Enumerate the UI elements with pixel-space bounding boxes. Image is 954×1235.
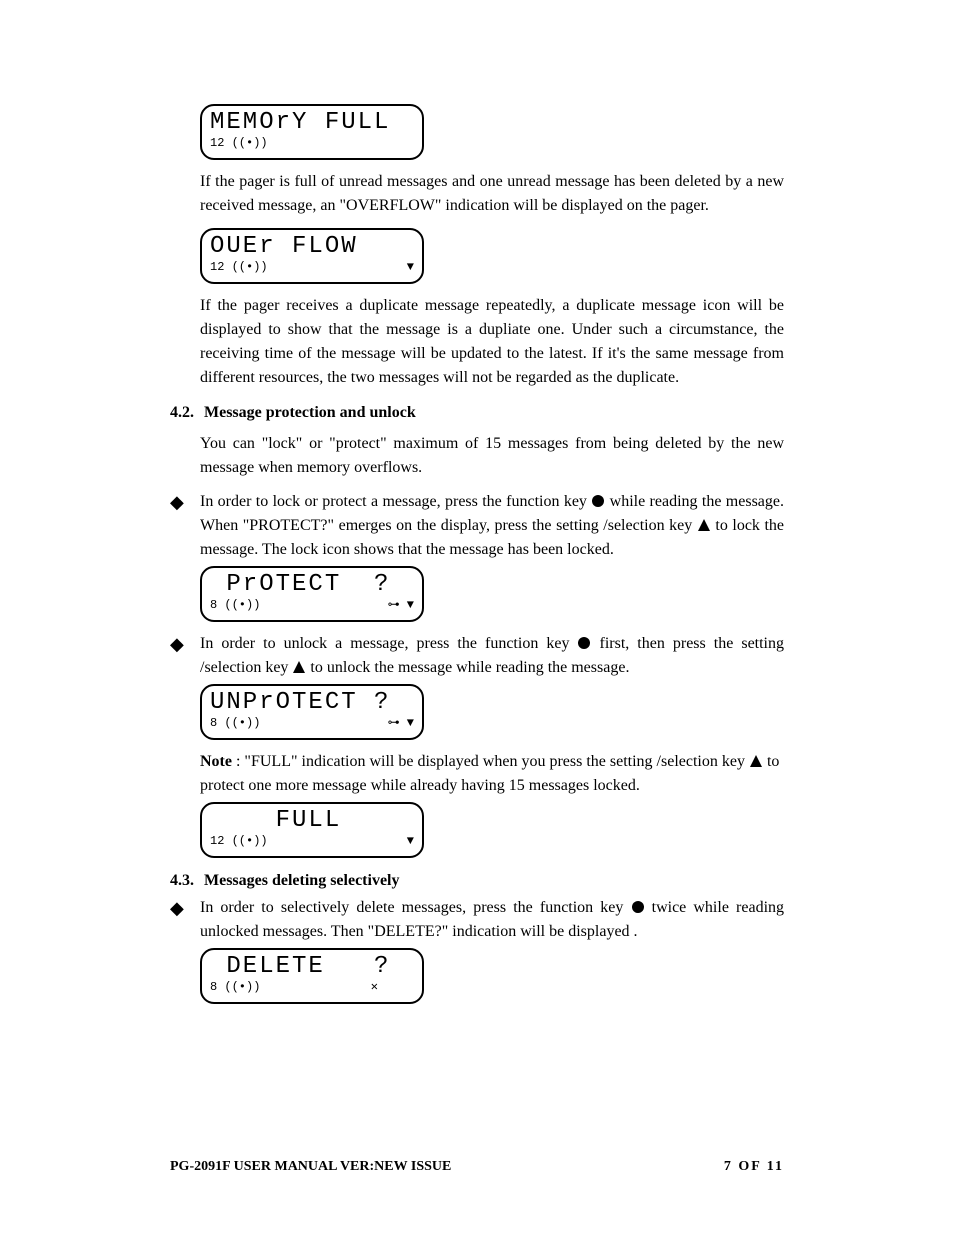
page-footer: PG-2091F USER MANUAL VER:NEW ISSUE 7 OF … xyxy=(0,1159,954,1175)
lcd-main: PrOTECT ? xyxy=(210,572,414,598)
lcd-unprotect: UNPrOTECT ? 8 ((•)) ⊶ ▼ xyxy=(200,684,424,740)
circle-icon xyxy=(631,900,645,914)
lcd-sub-right: ▼ xyxy=(407,834,414,848)
lcd-main: DELETE ? xyxy=(210,954,414,980)
bullet-text: In order to lock or protect a message, p… xyxy=(200,490,784,562)
page: MEMOrY FULL 12 ((•)) If the pager is ful… xyxy=(0,0,954,1235)
diamond-icon: ◆ xyxy=(170,896,200,944)
section-number: 4.3. xyxy=(170,872,200,890)
circle-icon xyxy=(591,494,605,508)
lcd-delete: DELETE ? 8 ((•)) ✕ xyxy=(200,948,424,1004)
triangle-icon xyxy=(749,754,763,768)
diamond-icon: ◆ xyxy=(170,490,200,562)
lcd-sub-right: ⊶ ▼ xyxy=(388,716,414,730)
lcd-sub-right: ⊶ ▼ xyxy=(388,598,414,612)
footer-page-number: 7 OF 11 xyxy=(724,1159,784,1175)
bullet-item: ◆ In order to selectively delete message… xyxy=(170,896,784,944)
paragraph: If the pager is full of unread messages … xyxy=(200,170,784,218)
note: Note : "FULL" indication will be display… xyxy=(200,750,784,798)
lcd-sub-right: ✕ xyxy=(371,980,414,994)
bullet-item: ◆ In order to lock or protect a message,… xyxy=(170,490,784,562)
bullet-item: ◆ In order to unlock a message, press th… xyxy=(170,632,784,680)
lcd-sub-left: 12 ((•)) xyxy=(210,834,268,848)
lcd-main: MEMOrY FULL xyxy=(210,110,414,136)
triangle-icon xyxy=(697,518,711,532)
lcd-sub-left: 12 ((•)) xyxy=(210,136,268,150)
diamond-icon: ◆ xyxy=(170,632,200,680)
bullet-text: In order to unlock a message, press the … xyxy=(200,632,784,680)
section-title: Message protection and unlock xyxy=(204,404,416,421)
section-heading-4-3: 4.3. Messages deleting selectively xyxy=(170,872,784,890)
lcd-sub-left: 8 ((•)) xyxy=(210,598,260,612)
lcd-sub-left: 8 ((•)) xyxy=(210,980,260,994)
lcd-sub-left: 8 ((•)) xyxy=(210,716,260,730)
section-title: Messages deleting selectively xyxy=(204,872,400,889)
lcd-main: OUEr FLOW xyxy=(210,234,414,260)
lcd-overflow: OUEr FLOW 12 ((•)) ▼ xyxy=(200,228,424,284)
lcd-memory-full: MEMOrY FULL 12 ((•)) xyxy=(200,104,424,160)
triangle-icon xyxy=(292,660,306,674)
circle-icon xyxy=(577,636,591,650)
lcd-main: UNPrOTECT ? xyxy=(210,690,414,716)
paragraph: If the pager receives a duplicate messag… xyxy=(200,294,784,390)
section-heading-4-2: 4.2. Message protection and unlock xyxy=(170,404,784,422)
bullet-text: In order to selectively delete messages,… xyxy=(200,896,784,944)
note-label: Note xyxy=(200,753,232,770)
footer-left: PG-2091F USER MANUAL VER:NEW ISSUE xyxy=(170,1159,451,1175)
lcd-main: FULL xyxy=(210,808,414,834)
lcd-sub-left: 12 ((•)) xyxy=(210,260,268,274)
lcd-protect: PrOTECT ? 8 ((•)) ⊶ ▼ xyxy=(200,566,424,622)
section-number: 4.2. xyxy=(170,404,200,422)
section-intro: You can "lock" or "protect" maximum of 1… xyxy=(200,432,784,480)
lcd-sub-right: ▼ xyxy=(407,260,414,274)
lcd-full: FULL 12 ((•)) ▼ xyxy=(200,802,424,858)
